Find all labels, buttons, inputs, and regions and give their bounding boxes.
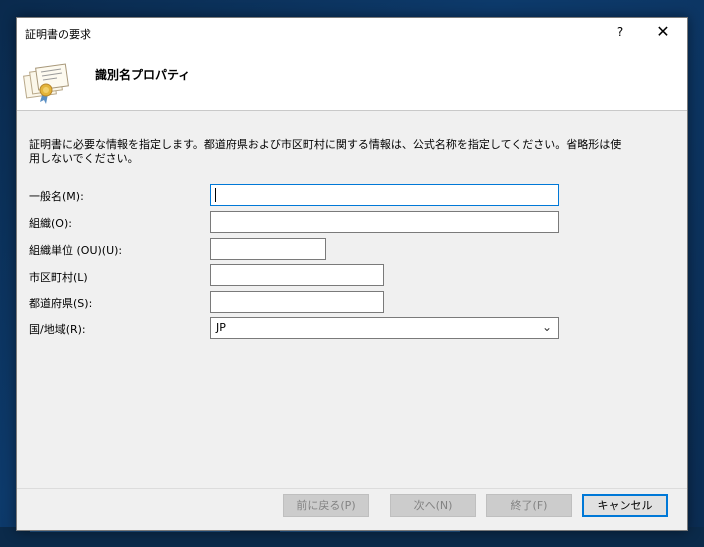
back-button[interactable]: 前に戻る(P): [283, 494, 369, 517]
next-button[interactable]: 次へ(N): [390, 494, 476, 517]
state-input[interactable]: [210, 291, 384, 313]
title-bar: 証明書の要求 ? ✕: [17, 18, 687, 48]
organization-input[interactable]: [210, 211, 559, 233]
org-unit-label: 組織単位 (OU)(U):: [29, 244, 123, 257]
instructions-text: 証明書に必要な情報を指定します。都道府県および市区町村に関する情報は、公式名称を…: [29, 138, 622, 165]
text-caret: [215, 188, 216, 202]
certificate-request-dialog: 証明書の要求 ? ✕ 識別名プロパティ 証明書に必要な情報を指定します。都道府県…: [16, 17, 688, 531]
help-button[interactable]: ?: [613, 25, 627, 39]
city-input[interactable]: [210, 264, 384, 286]
country-select[interactable]: JP ⌄: [210, 317, 559, 339]
city-label: 市区町村(L): [29, 271, 88, 284]
cancel-button[interactable]: キャンセル: [582, 494, 668, 517]
footer-divider: [17, 488, 687, 489]
common-name-input[interactable]: [210, 184, 559, 206]
close-button[interactable]: ✕: [653, 22, 673, 41]
finish-button[interactable]: 終了(F): [486, 494, 572, 517]
window-title: 証明書の要求: [25, 28, 91, 41]
wizard-header: 識別名プロパティ: [17, 48, 687, 111]
state-label: 都道府県(S):: [29, 297, 93, 310]
country-label: 国/地域(R):: [29, 323, 86, 336]
org-unit-input[interactable]: [210, 238, 326, 260]
certificate-icon: [23, 63, 69, 104]
page-title: 識別名プロパティ: [95, 68, 191, 82]
chevron-down-icon[interactable]: ⌄: [542, 320, 552, 334]
organization-label: 組織(O):: [29, 217, 72, 230]
country-select-value: JP: [216, 321, 226, 334]
common-name-label: 一般名(M):: [29, 190, 84, 203]
